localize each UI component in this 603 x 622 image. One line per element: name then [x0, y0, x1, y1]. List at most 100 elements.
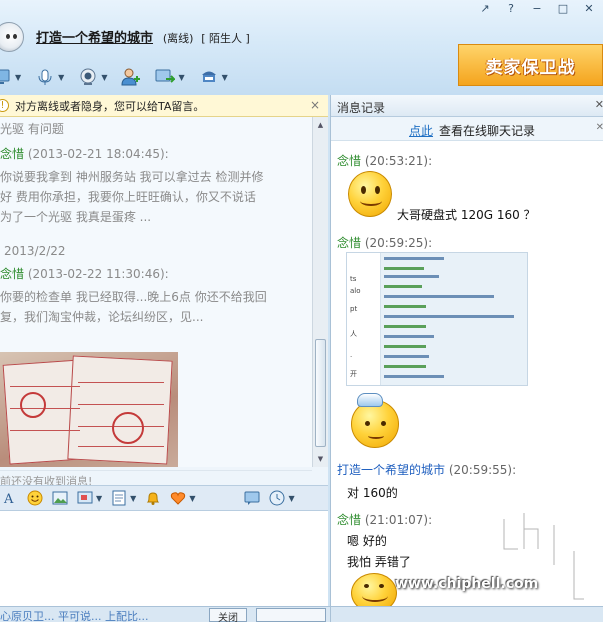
message-sender[interactable]: 念惜: [337, 154, 361, 168]
camera-icon: [80, 68, 96, 85]
inspection-receipt-image[interactable]: [0, 352, 178, 467]
history-header: 念惜 (2013-02-21 18:04:45):: [0, 145, 169, 162]
chevron-down-icon[interactable]: ▼: [189, 494, 195, 503]
message-time: (20:59:25):: [361, 236, 433, 250]
scroll-down-icon[interactable]: ▼: [315, 453, 326, 465]
close-icon[interactable]: ✕: [596, 122, 603, 133]
history-text: 你要的检查单 我已经取得...晚上6点 你还不给我回: [0, 290, 267, 304]
message-time: (21:01:07):: [361, 513, 433, 527]
chevron-down-icon[interactable]: ▼: [288, 494, 294, 503]
chevron-down-icon[interactable]: ▼: [222, 73, 228, 82]
doc-icon[interactable]: [111, 490, 127, 506]
sick-emoticon-icon: [351, 400, 399, 448]
message-header: 打造一个希望的城市 (20:59:55):: [337, 461, 516, 478]
online-log-bar: 点此 查看在线聊天记录 ✕: [331, 117, 603, 141]
font-icon[interactable]: A: [2, 490, 18, 506]
history-sender: 念惜: [0, 267, 25, 281]
history-date: 2013/2/22: [4, 244, 66, 258]
close-icon[interactable]: ✕: [581, 2, 597, 16]
contact-group: [ 陌生人 ]: [201, 32, 250, 45]
chevron-down-icon[interactable]: ▼: [96, 494, 102, 503]
maximize-icon[interactable]: □: [555, 2, 571, 16]
message-log-title: 消息记录: [337, 101, 386, 115]
message-sender[interactable]: 念惜: [337, 513, 361, 527]
history-text: 复，我们淘宝仲裁，论坛纠纷区，见...: [0, 310, 204, 324]
online-log-link[interactable]: 点此: [409, 124, 433, 138]
history-text: 你说要我拿到 神州服务站 我可以拿过去 检测并修: [0, 170, 264, 184]
svg-text:A: A: [3, 492, 14, 506]
chat-pane: ! 对方离线或者隐身，您可以给TA留言。 × 光驱 有问题 念惜 (2013-0…: [0, 95, 603, 622]
send-button[interactable]: [256, 608, 326, 622]
shop-icon: [201, 71, 216, 82]
ad-banner[interactable]: 卖家保卫战: [458, 44, 603, 86]
offline-notice: ! 对方离线或者隐身，您可以给TA留言。 ×: [0, 95, 328, 117]
chat-toolbar: ▼ ▼ ▼ ▼ ▼: [0, 62, 242, 92]
info-icon: !: [0, 99, 9, 112]
scroll-thumb[interactable]: [315, 339, 326, 447]
message-text: 我怕 弄错了: [347, 555, 411, 569]
chat-mode-icon[interactable]: [244, 490, 260, 506]
message-text: 对 160的: [347, 486, 398, 500]
screen-share-button[interactable]: ▼: [0, 67, 21, 87]
notice-text: 对方离线或者隐身，您可以给TA留言。: [15, 99, 205, 113]
screen-share-icon: [0, 69, 10, 84]
contact-title: 打造一个希望的城市 (离线) [ 陌生人 ]: [36, 27, 250, 46]
message-header: 念惜 (21:01:07):: [337, 511, 432, 528]
heart-icon[interactable]: [170, 490, 186, 506]
chevron-down-icon[interactable]: ▼: [101, 73, 107, 82]
transfer-button[interactable]: ▼: [155, 67, 185, 87]
chat-window-header: ↗ ? − □ ✕ 打造一个希望的城市 (离线) [ 陌生人 ] ▼ ▼ ▼ ▼…: [0, 0, 603, 95]
contact-status: (离线): [162, 32, 194, 45]
message-header: 念惜 (20:59:25):: [337, 234, 432, 251]
screenshot-icon[interactable]: [77, 490, 93, 506]
history-scrollbar[interactable]: ▲ ▼: [312, 117, 328, 467]
restore-down-icon[interactable]: ↗: [477, 2, 493, 16]
log-bottom-bar: [331, 606, 603, 622]
message-input[interactable]: [0, 511, 328, 606]
history-time: (2013-02-22 11:30:46):: [24, 267, 169, 281]
chevron-down-icon[interactable]: ▼: [130, 494, 136, 503]
chevron-down-icon[interactable]: ▼: [58, 73, 64, 82]
history-time: (2013-02-21 18:04:45):: [24, 147, 169, 161]
message-header: 念惜 (20:53:21):: [337, 152, 432, 169]
emoticon-icon[interactable]: [27, 490, 43, 506]
chevron-down-icon[interactable]: ▼: [15, 73, 21, 82]
history-text: 好 费用你承担，我要你上旺旺确认，你又不说话: [0, 190, 256, 204]
input-toolbar: A ▼ ▼ ▼ ▼: [0, 485, 328, 511]
add-friend-icon: [121, 68, 141, 86]
close-button[interactable]: 关闭: [209, 608, 247, 622]
pin-icon[interactable]: −: [529, 2, 545, 16]
message-time: (20:59:55):: [445, 463, 517, 477]
add-friend-button[interactable]: [121, 67, 141, 87]
contact-avatar[interactable]: [0, 22, 24, 52]
help-icon[interactable]: ?: [503, 2, 519, 16]
message-time: (20:53:21):: [361, 154, 433, 168]
chevron-down-icon[interactable]: ▼: [178, 73, 184, 82]
history-text: 光驱 有问题: [0, 122, 64, 136]
bottom-links[interactable]: 心原贝卫... 平可说... 上配比...: [0, 608, 148, 622]
clock-icon[interactable]: [269, 490, 285, 506]
close-icon[interactable]: ×: [310, 98, 320, 112]
scroll-up-icon[interactable]: ▲: [315, 119, 326, 131]
contact-name[interactable]: 打造一个希望的城市: [36, 31, 153, 46]
message-log-header: 消息记录 ✕: [331, 95, 603, 117]
message-sender[interactable]: 念惜: [337, 236, 361, 250]
voice-icon: [38, 69, 52, 85]
video-button[interactable]: ▼: [78, 67, 107, 87]
message-sender[interactable]: 打造一个希望的城市: [337, 463, 445, 477]
close-icon[interactable]: ✕: [595, 98, 603, 111]
message-text: 嗯 好的: [347, 534, 387, 548]
ice-bag-icon: [357, 393, 383, 407]
chat-history: 光驱 有问题 念惜 (2013-02-21 18:04:45): 你说要我拿到 …: [0, 117, 312, 467]
history-sender: 念惜: [0, 147, 25, 161]
window-controls: ↗ ? − □ ✕: [477, 2, 597, 16]
voice-button[interactable]: ▼: [35, 67, 64, 87]
chat-screenshot-image[interactable]: ts alo pt 人 . 开: [346, 252, 528, 386]
image-icon[interactable]: [52, 490, 68, 506]
history-header: 念惜 (2013-02-22 11:30:46):: [0, 265, 169, 282]
bell-icon[interactable]: [145, 490, 161, 506]
message-text: 大哥硬盘式 120G 160 ？: [397, 208, 536, 222]
history-text: 为了一个光驱 我真是蛋疼 ...: [0, 210, 152, 224]
watermark-url: www.chiphell.com: [395, 576, 539, 592]
shop-button[interactable]: ▼: [199, 67, 228, 87]
